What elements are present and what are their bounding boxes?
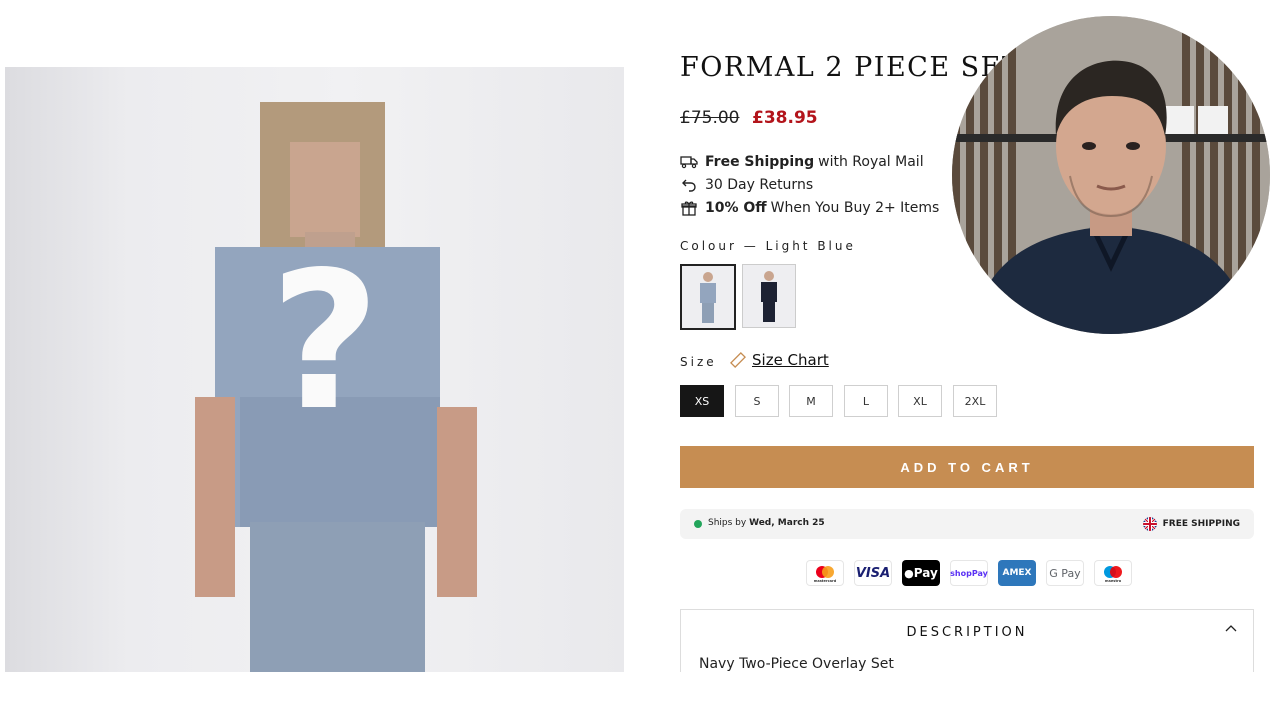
ships-by-prefix: Ships by — [708, 518, 750, 528]
pixelated-trousers — [250, 522, 425, 672]
free-shipping-label: FREE SHIPPING — [1162, 519, 1240, 529]
ships-by-date: Wed, March 25 — [749, 518, 825, 528]
add-to-cart-button[interactable]: ADD TO CART — [680, 446, 1254, 488]
size-chart-label: Size Chart — [752, 351, 829, 369]
swatch-light-blue-thumb — [682, 266, 734, 328]
perk-text: 30 Day Returns — [705, 177, 814, 193]
ships-by-text: Ships by Wed, March 25 — [708, 518, 825, 528]
perk-multibuy-discount: 10% Off When You Buy 2+ Items — [680, 200, 939, 216]
presenter-webcam — [952, 16, 1270, 334]
pixelated-right-arm — [437, 407, 477, 597]
delivery-truck-icon — [680, 154, 698, 170]
mastercard-icon: mastercard — [806, 560, 844, 586]
product-title: FORMAL 2 PIECE SET — [680, 52, 1022, 83]
perk-returns: 30 Day Returns — [680, 177, 813, 193]
amex-icon: AMEX — [998, 560, 1036, 586]
apple-pay-label: Pay — [913, 566, 938, 580]
visa-icon: VISA — [854, 560, 892, 586]
size-option-m[interactable]: M — [789, 385, 833, 417]
size-option-xl[interactable]: XL — [898, 385, 942, 417]
ruler-icon — [730, 352, 746, 368]
sale-price: £38.95 — [752, 108, 818, 128]
shop-pay-icon: shopPay — [950, 560, 988, 586]
maestro-icon: maestro — [1094, 560, 1132, 586]
perk-text: with Royal Mail — [818, 154, 924, 170]
free-shipping-badge: FREE SHIPPING — [1142, 517, 1240, 531]
return-arrow-icon — [680, 177, 698, 193]
svg-text:maestro: maestro — [1105, 579, 1122, 583]
swatch-navy-thumb — [743, 265, 795, 327]
description-title: DESCRIPTION — [906, 625, 1028, 640]
question-mark-icon: ? — [269, 231, 381, 452]
svg-text:mastercard: mastercard — [814, 579, 837, 583]
size-option-xs[interactable]: XS — [680, 385, 724, 417]
pixelated-face — [290, 142, 360, 237]
google-pay-icon: G Pay — [1046, 560, 1084, 586]
swatch-light-blue[interactable] — [680, 264, 736, 330]
chevron-up-icon[interactable] — [1225, 624, 1237, 634]
in-stock-dot-icon — [694, 520, 702, 528]
payment-methods: mastercard VISA ● Pay shopPay AMEX G Pay … — [806, 560, 1132, 586]
bottom-fade — [0, 672, 1280, 720]
perk-free-shipping: Free Shipping with Royal Mail — [680, 154, 924, 170]
presenter-illustration — [952, 16, 1270, 334]
shipping-info-bar: Ships by Wed, March 25 FREE SHIPPING — [680, 509, 1254, 539]
swatch-navy[interactable] — [742, 264, 796, 328]
size-option-2xl[interactable]: 2XL — [953, 385, 997, 417]
perk-bold: Free Shipping — [705, 154, 815, 170]
original-price: £75.00 — [680, 108, 740, 128]
size-option-s[interactable]: S — [735, 385, 779, 417]
apple-logo-icon: ● — [904, 566, 914, 580]
product-main-image[interactable]: ? — [5, 67, 624, 672]
apple-pay-icon: ● Pay — [902, 560, 940, 586]
size-chart-link[interactable]: Size Chart — [730, 351, 829, 369]
pixelated-left-arm — [195, 397, 235, 597]
description-text: Navy Two-Piece Overlay Set — [699, 656, 894, 672]
size-label: Size — [680, 355, 717, 369]
perk-bold: 10% Off — [705, 200, 767, 216]
colour-label: Colour — Light Blue — [680, 239, 856, 253]
perk-text: When You Buy 2+ Items — [770, 200, 940, 216]
size-option-l[interactable]: L — [844, 385, 888, 417]
uk-flag-icon — [1142, 517, 1157, 531]
gift-icon — [680, 200, 698, 216]
